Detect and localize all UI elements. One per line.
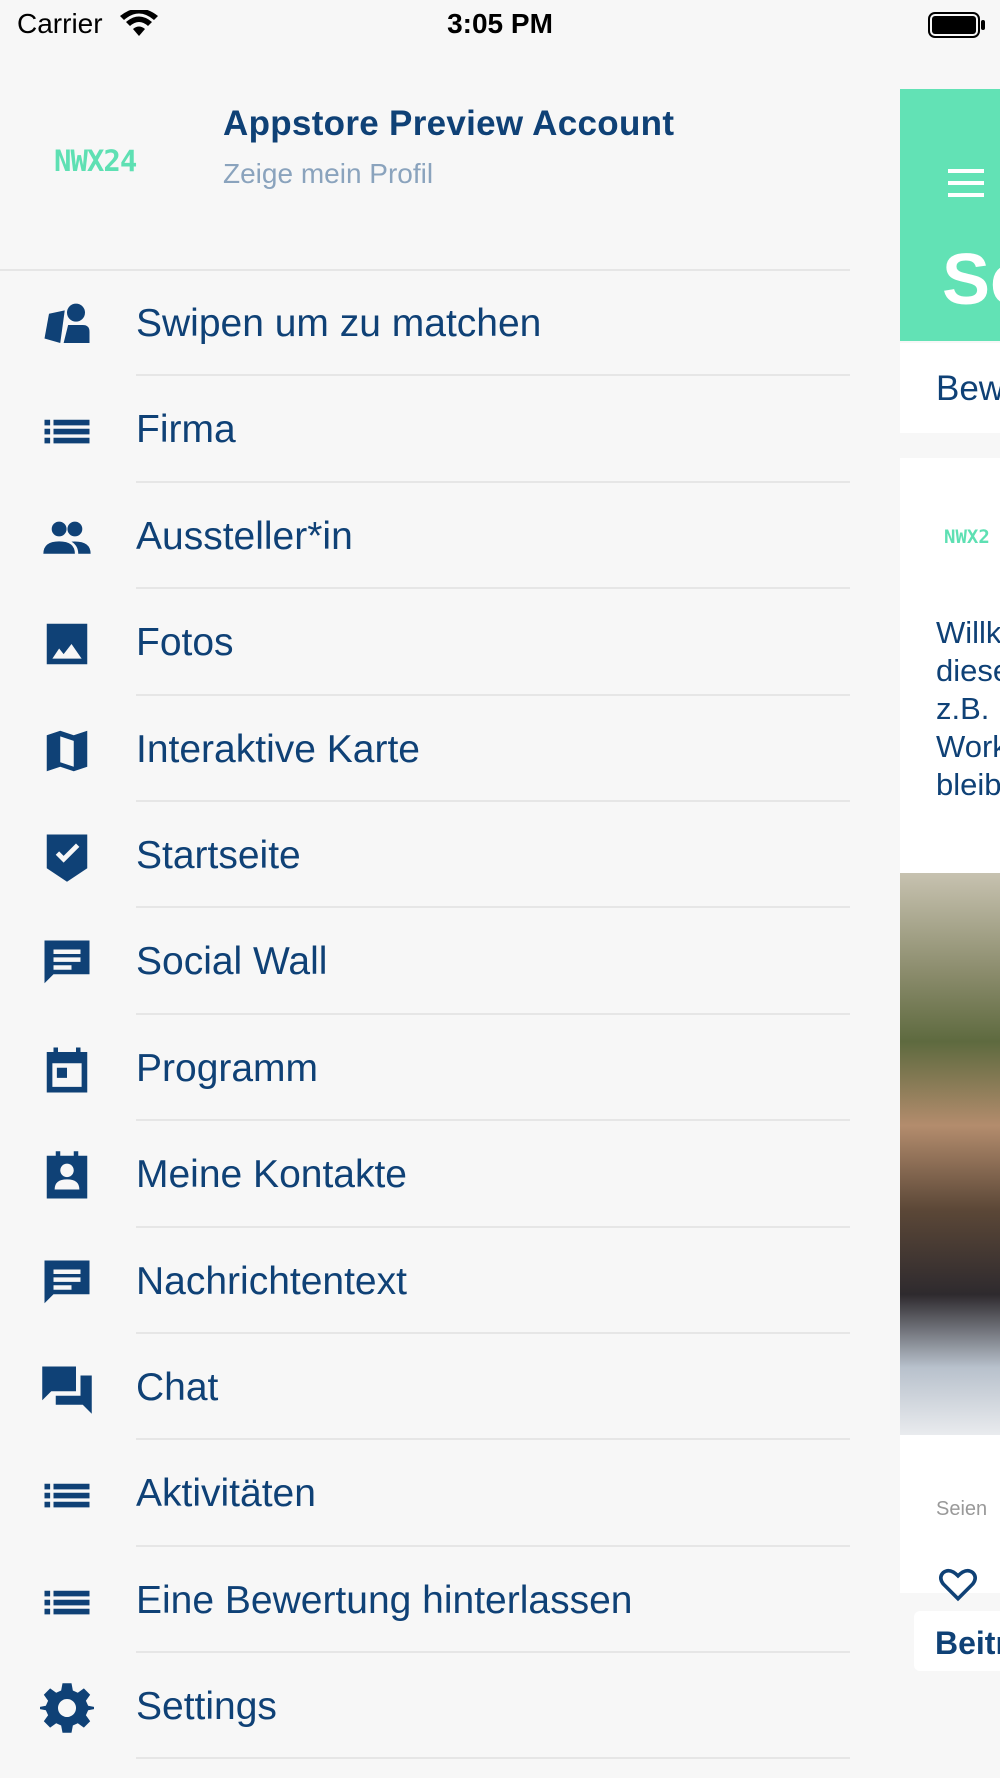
people-icon (40, 511, 94, 565)
profile-name: Appstore Preview Account (223, 104, 675, 143)
status-bar: Carrier 3:05 PM (0, 0, 1000, 52)
chat-bubbles-icon (40, 1362, 94, 1416)
menu-item-label: Fotos (136, 621, 234, 665)
post-logo: NWX2 (944, 526, 990, 548)
menu-item-swipe[interactable]: Swipen um zu matchen (0, 270, 850, 377)
show-profile-link[interactable]: Zeige mein Profil (223, 158, 433, 190)
menu-item-label: Eine Bewertung hinterlassen (136, 1578, 633, 1622)
main-tabbar: Bew (900, 343, 1000, 433)
menu-item-label: Settings (136, 1685, 277, 1729)
hamburger-menu-icon[interactable] (948, 169, 984, 199)
menu-item-label: Interaktive Karte (136, 727, 420, 771)
contact-card-icon (40, 1149, 94, 1203)
menu-item-nachrichtentext[interactable]: Nachrichtentext (0, 1228, 850, 1334)
menu-item-social-wall[interactable]: Social Wall (0, 908, 850, 1015)
menu-item-firma[interactable]: Firma (0, 376, 850, 483)
menu-item-programm[interactable]: Programm (0, 1015, 850, 1122)
message-icon (40, 936, 94, 990)
post-text-line: z.B. (936, 691, 990, 726)
menu-item-bewertung[interactable]: Eine Bewertung hinterlassen (0, 1547, 850, 1654)
menu-item-label: Programm (136, 1046, 319, 1090)
post-text-line: diese (936, 653, 1000, 688)
main-content-peek[interactable]: Sc Bew NWX2 Willk diese z.B. Work bleib … (900, 0, 1000, 1778)
screen: Carrier 3:05 PM NWX24 Appstore Preview A… (0, 0, 1000, 1778)
image-icon (40, 617, 94, 671)
menu-item-label: Meine Kontakte (136, 1153, 408, 1197)
navigation-drawer: NWX24 Appstore Preview Account Zeige mei… (0, 52, 850, 1778)
checkmark-shield-icon (40, 830, 94, 884)
menu-item-label: Aussteller*in (136, 514, 353, 558)
menu-item-karte[interactable]: Interaktive Karte (0, 696, 850, 802)
main-title: Sc (942, 240, 1000, 320)
tab-bewertung[interactable]: Bew (936, 369, 1000, 409)
list-icon (40, 1575, 94, 1629)
menu-item-settings[interactable]: Settings (0, 1653, 850, 1760)
menu-item-fotos[interactable]: Fotos (0, 589, 850, 696)
post-text: Willk diese z.B. Work bleib (936, 614, 1000, 804)
divider (136, 1757, 850, 1760)
menu-item-kontakte[interactable]: Meine Kontakte (0, 1121, 850, 1228)
menu-list: Swipen um zu matchen Firma Aussteller*in (0, 270, 850, 1760)
menu-item-chat[interactable]: Chat (0, 1334, 850, 1441)
message-text-icon (40, 1256, 94, 1310)
post-photo (900, 873, 1000, 1435)
menu-item-label: Chat (136, 1365, 219, 1409)
post-caption: Seien (936, 1498, 988, 1520)
map-icon (40, 724, 94, 778)
menu-item-label: Social Wall (136, 940, 328, 984)
clock: 3:05 PM (447, 8, 553, 39)
heart-icon[interactable] (938, 1566, 978, 1602)
post-text-line: Work (936, 729, 1000, 764)
list-icon (40, 404, 94, 458)
nwx24-logo: NWX24 (54, 144, 137, 178)
calendar-icon (40, 1043, 94, 1097)
main-header: Sc (900, 89, 1000, 341)
menu-item-label: Firma (136, 408, 236, 452)
menu-item-aussteller[interactable]: Aussteller*in (0, 483, 850, 590)
post-button-label: Beitr (935, 1625, 1000, 1661)
menu-item-aktivitaeten[interactable]: Aktivitäten (0, 1440, 850, 1547)
menu-item-startseite[interactable]: Startseite (0, 802, 850, 909)
post-card: NWX2 Willk diese z.B. Work bleib Seien (900, 458, 1000, 1602)
post-text-line: bleib (936, 767, 1000, 802)
gear-icon (40, 1681, 94, 1735)
post-button[interactable]: Beitr (914, 1611, 1000, 1671)
profile-header[interactable]: NWX24 Appstore Preview Account Zeige mei… (0, 52, 850, 271)
menu-item-label: Startseite (136, 833, 301, 877)
post-text-line: Willk (936, 615, 1000, 650)
list-icon (40, 1468, 94, 1522)
menu-item-label: Swipen um zu matchen (136, 302, 542, 345)
menu-item-label: Nachrichtentext (136, 1259, 407, 1303)
menu-item-label: Aktivitäten (136, 1472, 316, 1516)
swipe-match-icon (40, 298, 94, 352)
